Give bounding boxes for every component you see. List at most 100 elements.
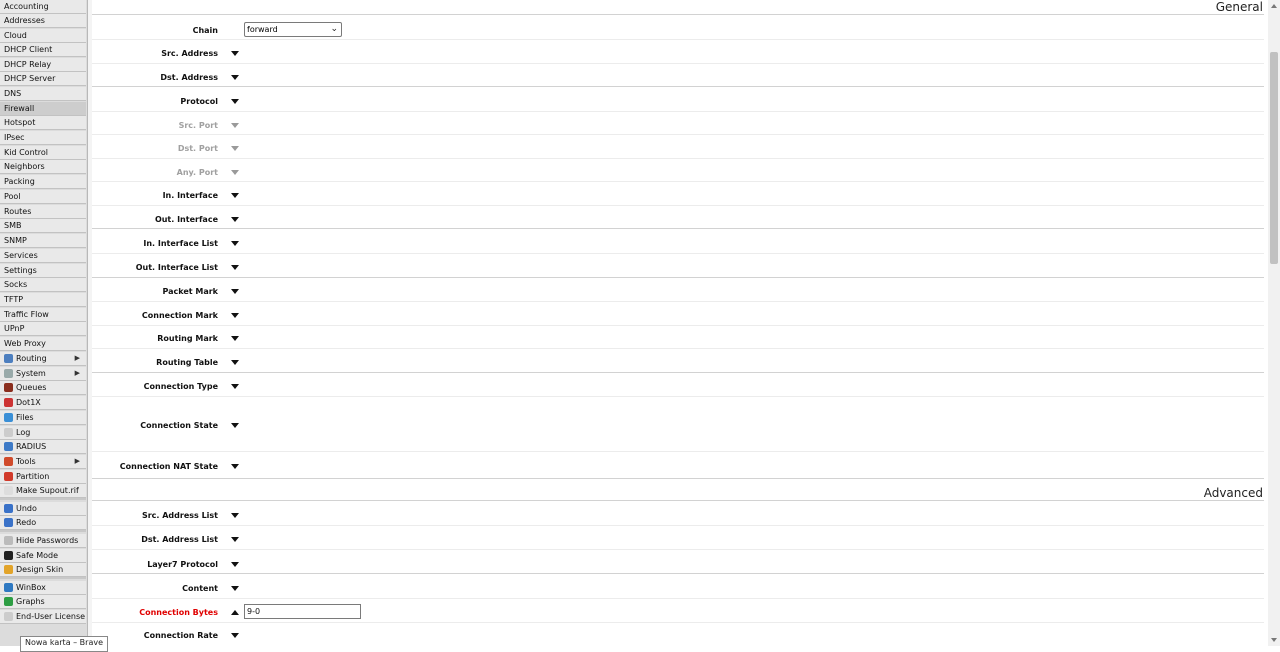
- sidebar-item-tftp[interactable]: TFTP: [0, 293, 86, 307]
- expand-toggle-icon[interactable]: [231, 99, 239, 104]
- field-row-dst-address: Dst. Address: [92, 71, 1264, 87]
- sidebar-item-routes[interactable]: Routes: [0, 205, 86, 219]
- connection-bytes-input[interactable]: 9-0: [244, 604, 361, 619]
- expand-toggle-icon[interactable]: [231, 562, 239, 567]
- users-icon: [4, 442, 13, 451]
- sidebar-item-dns[interactable]: DNS: [0, 87, 86, 101]
- sidebar-separator: [0, 498, 86, 500]
- expand-toggle-icon[interactable]: [231, 289, 239, 294]
- sidebar-item-label: DNS: [4, 89, 22, 98]
- expand-toggle-icon[interactable]: [231, 513, 239, 518]
- sidebar-item-neighbors[interactable]: Neighbors: [0, 160, 86, 174]
- sidebar-item-label: Design Skin: [16, 565, 64, 574]
- sidebar-item-tools[interactable]: Tools ▶: [0, 455, 86, 469]
- expand-toggle-icon[interactable]: [231, 51, 239, 56]
- sidebar-item-dhcp-client[interactable]: DHCP Client: [0, 43, 86, 57]
- collapse-toggle-icon[interactable]: [231, 610, 239, 615]
- row-divider: [92, 525, 1264, 526]
- vertical-scrollbar[interactable]: [1268, 0, 1280, 646]
- expand-toggle-icon[interactable]: [231, 241, 239, 246]
- chain-select[interactable]: forward ⌄: [244, 22, 342, 37]
- row-divider: [92, 39, 1264, 40]
- row-divider: [92, 205, 1264, 206]
- sidebar-item-kid-control[interactable]: Kid Control: [0, 146, 86, 160]
- sidebar-item-label: RADIUS: [16, 442, 47, 451]
- sidebar-item-settings[interactable]: Settings: [0, 264, 86, 278]
- scroll-thumb[interactable]: [1270, 52, 1278, 264]
- field-row-packet-mark: Packet Mark: [92, 285, 1264, 301]
- field-row-any-port: Any. Port: [92, 166, 1264, 182]
- scroll-up-icon[interactable]: [1271, 4, 1277, 8]
- sidebar-item-traffic-flow[interactable]: Traffic Flow: [0, 308, 86, 322]
- sidebar-item-label: IPsec: [4, 133, 25, 142]
- expand-toggle-icon[interactable]: [231, 360, 239, 365]
- sidebar-item-ipsec[interactable]: IPsec: [0, 131, 86, 145]
- sidebar-item-winbox[interactable]: WinBox: [0, 581, 86, 595]
- expand-toggle-icon[interactable]: [231, 537, 239, 542]
- sidebar-item-undo[interactable]: Undo: [0, 502, 86, 516]
- sidebar-item-end-user-license[interactable]: End-User License: [0, 610, 86, 624]
- sidebar-item-label: End-User License: [16, 612, 86, 621]
- sidebar-item-files[interactable]: Files: [0, 411, 86, 425]
- submenu-arrow-icon: ▶: [74, 369, 80, 377]
- expand-toggle-icon: [231, 123, 239, 128]
- field-row-in-interface-list: In. Interface List: [92, 237, 1264, 253]
- sidebar-item-dhcp-server[interactable]: DHCP Server: [0, 72, 86, 86]
- sidebar-item-queues[interactable]: Queues: [0, 381, 86, 395]
- sidebar-item-partition[interactable]: Partition: [0, 470, 86, 484]
- field-label: Connection Mark: [141, 311, 218, 320]
- row-divider: [92, 181, 1264, 182]
- sidebar-item-addresses[interactable]: Addresses: [0, 14, 86, 28]
- sidebar-item-dhcp-relay[interactable]: DHCP Relay: [0, 58, 86, 72]
- sidebar-item-dot1x[interactable]: Dot1X: [0, 396, 86, 410]
- expand-toggle-icon: [231, 170, 239, 175]
- row-divider: [92, 348, 1264, 349]
- sidebar-item-snmp[interactable]: SNMP: [0, 234, 86, 248]
- sidebar-item-upnp[interactable]: UPnP: [0, 322, 86, 336]
- sidebar-item-label: DHCP Client: [4, 45, 53, 54]
- sidebar-item-safe-mode[interactable]: Safe Mode: [0, 549, 86, 563]
- sidebar-item-cloud[interactable]: Cloud: [0, 29, 86, 43]
- sidebar-item-services[interactable]: Services: [0, 249, 86, 263]
- group-divider: [92, 372, 1264, 373]
- expand-toggle-icon[interactable]: [231, 464, 239, 469]
- sidebar-item-hide-passwords[interactable]: Hide Passwords: [0, 534, 86, 548]
- expand-toggle-icon[interactable]: [231, 384, 239, 389]
- expand-toggle-icon[interactable]: [231, 75, 239, 80]
- expand-toggle-icon[interactable]: [231, 217, 239, 222]
- field-label: Src. Address List: [141, 511, 218, 520]
- row-divider: [92, 301, 1264, 302]
- sidebar-item-radius[interactable]: RADIUS: [0, 440, 86, 454]
- sidebar-item-packing[interactable]: Packing: [0, 175, 86, 189]
- group-divider: [92, 86, 1264, 87]
- scroll-down-icon[interactable]: [1271, 638, 1277, 642]
- sidebar-item-redo[interactable]: Redo: [0, 516, 86, 530]
- sidebar-item-make-supout-rif[interactable]: Make Supout.rif: [0, 484, 86, 498]
- sidebar-item-log[interactable]: Log: [0, 426, 86, 440]
- sidebar-item-graphs[interactable]: Graphs: [0, 595, 86, 609]
- sidebar-item-hotspot[interactable]: Hotspot: [0, 116, 86, 130]
- sidebar-item-label: Partition: [16, 472, 50, 481]
- sidebar-item-routing[interactable]: Routing ▶: [0, 352, 86, 366]
- sidebar-item-label: Queues: [16, 383, 47, 392]
- expand-toggle-icon[interactable]: [231, 586, 239, 591]
- redo-icon: [4, 518, 13, 527]
- sidebar-item-web-proxy[interactable]: Web Proxy: [0, 337, 86, 351]
- expand-toggle-icon[interactable]: [231, 265, 239, 270]
- sidebar-item-design-skin[interactable]: Design Skin: [0, 563, 86, 577]
- sidebar-item-accounting[interactable]: Accounting: [0, 0, 86, 14]
- log-icon: [4, 428, 13, 437]
- expand-toggle-icon[interactable]: [231, 313, 239, 318]
- expand-toggle-icon[interactable]: [231, 336, 239, 341]
- field-label: Src. Address: [161, 49, 218, 58]
- field-row-dst-port: Dst. Port: [92, 142, 1264, 158]
- chain-select-value: forward: [247, 25, 278, 34]
- expand-toggle-icon[interactable]: [231, 633, 239, 638]
- sidebar-item-firewall[interactable]: Firewall: [0, 102, 86, 116]
- sidebar-item-pool[interactable]: Pool: [0, 190, 86, 204]
- sidebar-item-system[interactable]: System ▶: [0, 367, 86, 381]
- expand-toggle-icon[interactable]: [231, 423, 239, 428]
- sidebar-item-smb[interactable]: SMB: [0, 219, 86, 233]
- expand-toggle-icon[interactable]: [231, 193, 239, 198]
- sidebar-item-socks[interactable]: Socks: [0, 278, 86, 292]
